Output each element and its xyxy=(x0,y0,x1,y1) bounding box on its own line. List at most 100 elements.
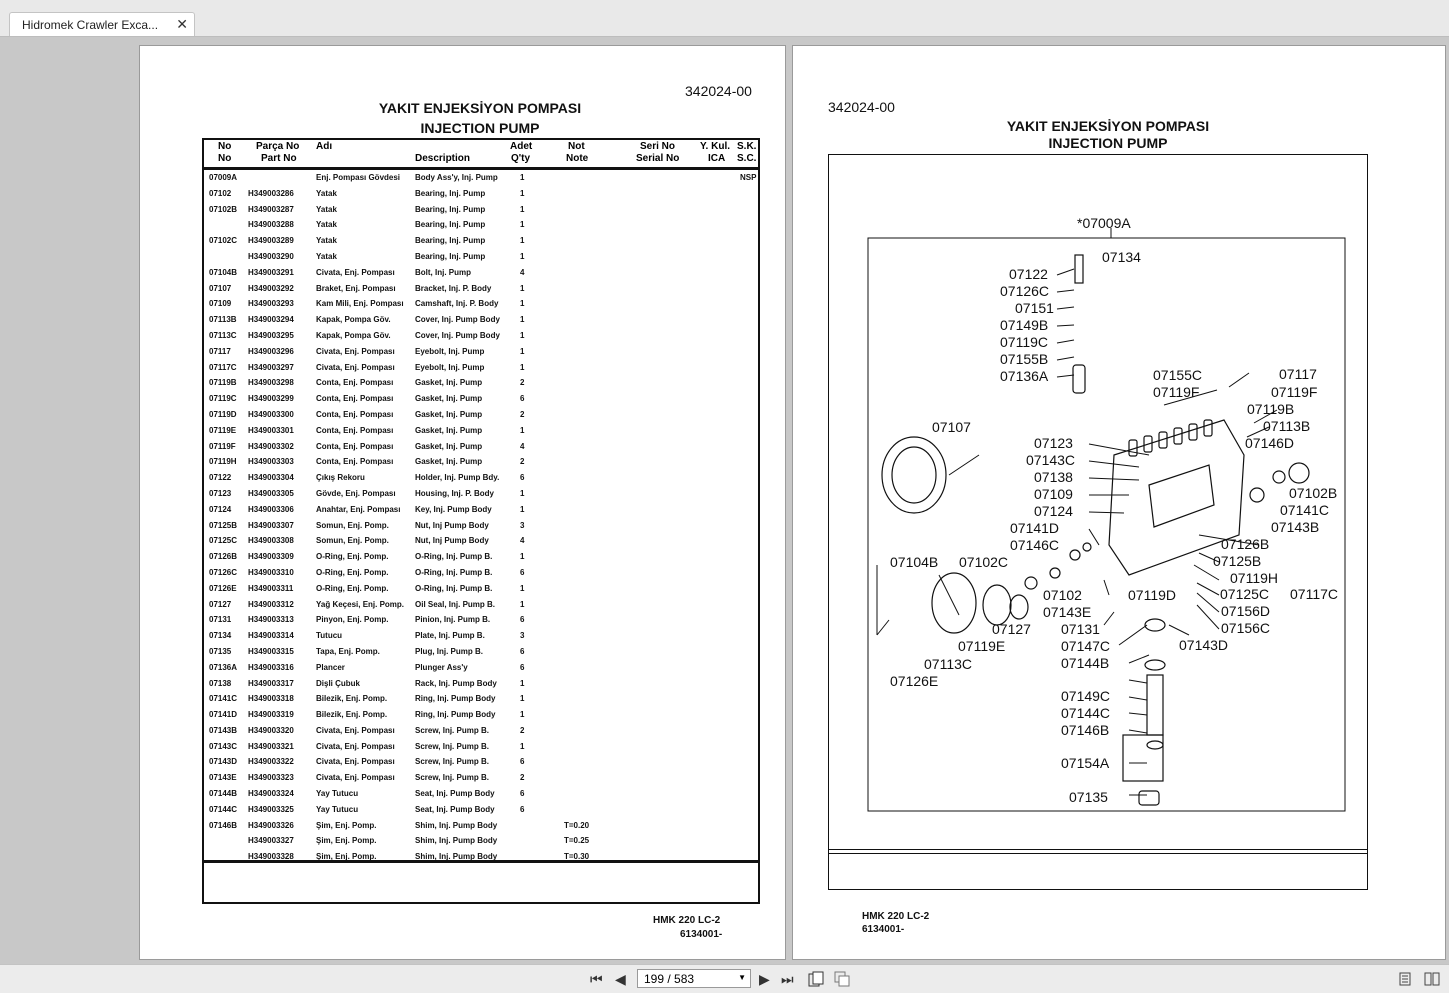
row-part-no: H349003325 xyxy=(248,804,294,814)
row-part-no: H349003319 xyxy=(248,710,294,720)
row-part-no: H349003324 xyxy=(248,789,294,799)
two-page-view-icon[interactable] xyxy=(1424,972,1440,986)
spring-shape xyxy=(1146,674,1164,736)
header-yk-en: ICA xyxy=(708,153,726,164)
row-name: Civata, Enj. Pompası xyxy=(316,773,395,783)
row-part-no: H349003322 xyxy=(248,757,294,767)
row-name: Çıkış Rekoru xyxy=(316,473,365,483)
diagram-callout: 07156D xyxy=(1221,603,1270,619)
row-part-no: H349003303 xyxy=(248,457,294,467)
table-row: H349003288 Yatak Bearing, Inj. Pump 1 xyxy=(204,217,758,233)
row-qty: 1 xyxy=(520,315,525,325)
table-row: 07122 H349003304 Çıkış Rekoru Holder, Inj. … xyxy=(204,470,758,486)
table-row: 07117 H349003296 Civata, Enj. Pompası Eyebo… xyxy=(204,344,758,360)
row-name: Kam Mili, Enj. Pompası xyxy=(316,299,404,309)
document-viewer[interactable]: 342024-00 YAKIT ENJEKSİYON POMPASI INJEC… xyxy=(0,37,1449,964)
table-row: H349003327 Şim, Enj. Pomp. Shim, Inj. Pump… xyxy=(204,833,758,849)
row-qty: 6 xyxy=(520,615,525,625)
row-qty: 6 xyxy=(520,789,525,799)
diagram-callout: 07143B xyxy=(1271,519,1319,535)
row-qty: 4 xyxy=(520,536,525,546)
row-name: Civata, Enj. Pompası xyxy=(316,346,395,356)
close-icon[interactable]: ✕ xyxy=(176,16,188,33)
row-item-no: 07136A xyxy=(209,662,238,672)
row-item-no: 07143B xyxy=(209,725,238,735)
table-row: 07141C H349003318 Bilezik, Enj. Pomp. Ring,… xyxy=(204,691,758,707)
ring-shape xyxy=(1049,567,1061,579)
leader-line xyxy=(1196,582,1220,596)
row-qty: 1 xyxy=(520,583,525,593)
row-item-no: 07143E xyxy=(209,773,237,783)
table-row: 07107 H349003292 Braket, Enj. Pompası Brack… xyxy=(204,281,758,297)
chevron-down-icon: ▼ xyxy=(738,973,746,982)
table-row: 07104B H349003291 Civata, Enj. Pompası Bolt… xyxy=(204,265,758,281)
first-page-icon[interactable]: ⏮ xyxy=(590,971,603,988)
row-qty: 6 xyxy=(520,662,525,672)
leader-line xyxy=(1128,679,1148,684)
tab-bar: Hidromek Crawler Exca... ✕ xyxy=(0,0,1449,37)
diagram-callout: 07131 xyxy=(1061,621,1100,637)
row-part-no: H349003315 xyxy=(248,646,294,656)
row-part-no: H349003313 xyxy=(248,615,294,625)
row-name: Şim, Enj. Pomp. xyxy=(316,820,377,830)
diagram-callout: 07155C xyxy=(1153,367,1202,383)
row-qty: 2 xyxy=(520,378,525,388)
row-item-no: 07134 xyxy=(209,631,232,641)
row-name: Plancer xyxy=(316,662,345,672)
row-description: Plug, Inj. Pump B. xyxy=(415,646,483,656)
row-name: Bilezik, Enj. Pomp. xyxy=(316,694,388,704)
row-description: Key, Inj. Pump Body xyxy=(415,504,492,514)
last-page-icon[interactable]: ⏭ xyxy=(781,971,794,988)
diagram-callout: 07125C xyxy=(1220,586,1269,602)
seal-shape xyxy=(1249,487,1265,503)
row-qty: 1 xyxy=(520,251,525,261)
row-name: Yatak xyxy=(316,204,337,214)
table-row: 07146B H349003326 Şim, Enj. Pomp. Shim, Inj… xyxy=(204,818,758,834)
page-number-select[interactable]: 199 / 583 ▼ xyxy=(637,969,751,988)
single-page-view-icon[interactable] xyxy=(1398,972,1412,986)
table-row: 07125B H349003307 Somun, Enj. Pomp. Nut, In… xyxy=(204,518,758,534)
row-qty: 4 xyxy=(520,267,525,277)
diagram-callout: 07125B xyxy=(1213,553,1261,569)
row-item-no: 07143C xyxy=(209,741,238,751)
row-qty: 1 xyxy=(520,488,525,498)
row-part-no: H349003327 xyxy=(248,836,294,846)
diagram-footer-code: 6134001- xyxy=(862,924,905,935)
seat-shape xyxy=(1146,740,1164,750)
row-name: Conta, Enj. Pompası xyxy=(316,394,394,404)
table-row: 07126B H349003309 O-Ring, Enj. Pomp. O-Ring… xyxy=(204,549,758,565)
row-description: Bearing, Inj. Pump xyxy=(415,220,486,230)
row-item-no: 07131 xyxy=(209,615,232,625)
row-qty: 1 xyxy=(520,204,525,214)
row-description: Shim, Inj. Pump Body xyxy=(415,836,498,846)
leader-line xyxy=(1103,579,1110,596)
leader-line xyxy=(1088,511,1125,514)
pump-window-shape xyxy=(1148,464,1215,528)
table-row: 07119F H349003302 Conta, Enj. Pompası Gaske… xyxy=(204,439,758,455)
fit-width-icon[interactable] xyxy=(834,971,850,987)
diagram-callout: 07126E xyxy=(890,673,938,689)
header-yk-tr: Y. Kul. xyxy=(700,141,731,152)
diagram-title-en: INJECTION PUMP xyxy=(1048,135,1168,151)
diagram-frame: *07009A 07134 07122 07126C 07151 07149B 07119C… xyxy=(828,154,1368,890)
leader-line xyxy=(1056,339,1075,344)
row-part-no: H349003306 xyxy=(248,504,294,514)
row-name: Civata, Enj. Pompası xyxy=(316,741,395,751)
table-row: 07127 H349003312 Yağ Keçesi, Enj. Pomp. Oil… xyxy=(204,597,758,613)
row-description: Plunger Ass'y xyxy=(415,662,468,672)
row-description: Nut, Inj Pump Body xyxy=(415,536,489,546)
bearing-ring-shape xyxy=(1024,576,1038,590)
row-part-no: H349003293 xyxy=(248,299,294,309)
row-part-no: H349003292 xyxy=(248,283,294,293)
diagram-callout: 07134 xyxy=(1102,249,1141,265)
page-title-tr: YAKIT ENJEKSİYON POMPASI xyxy=(378,100,582,116)
previous-page-icon[interactable]: ◀ xyxy=(615,971,626,988)
header-part-tr: Parça No xyxy=(256,141,300,152)
row-qty: 6 xyxy=(520,646,525,656)
plunger-block-shape xyxy=(1122,734,1164,782)
row-qty: 1 xyxy=(520,283,525,293)
next-page-icon[interactable]: ▶ xyxy=(759,971,770,988)
fit-page-icon[interactable] xyxy=(808,971,824,987)
row-name: Bilezik, Enj. Pomp. xyxy=(316,710,388,720)
document-tab[interactable]: Hidromek Crawler Exca... ✕ xyxy=(9,12,195,36)
